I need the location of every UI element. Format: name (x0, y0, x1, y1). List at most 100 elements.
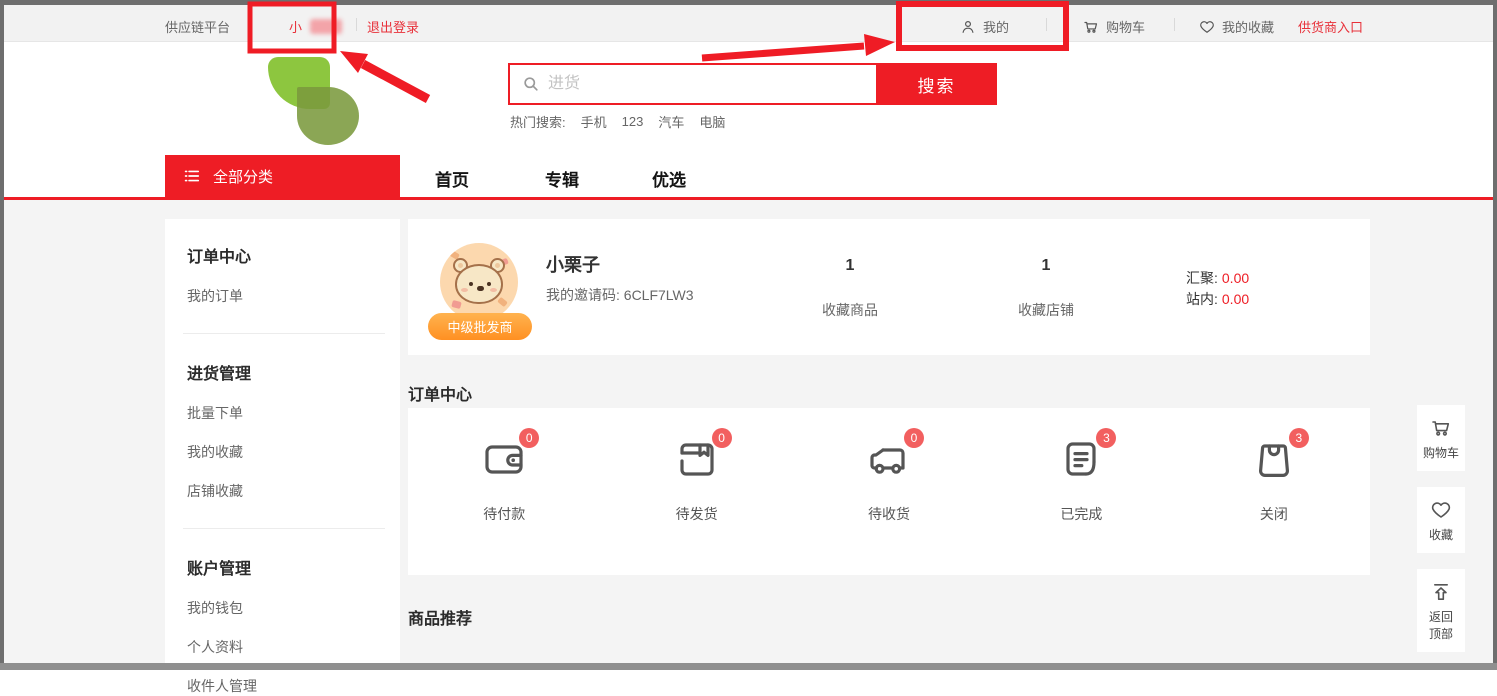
invite-code-label: 我的邀请码: (546, 287, 620, 303)
invite-code-row: 我的邀请码: 6CLF7LW3 (546, 285, 694, 305)
search-box (508, 63, 878, 105)
order-status-label: 待发货 (676, 504, 718, 524)
cart-icon (1429, 416, 1453, 440)
cart-label: 购物车 (1106, 17, 1145, 36)
hot-keyword[interactable]: 123 (622, 114, 644, 129)
order-center-card: 0 待付款 0 待发货 0 待收货 3 已完成 3 关闭 (408, 408, 1370, 575)
hot-search-row: 热门搜索: 手机 123 汽车 电脑 (510, 112, 725, 131)
order-status-label: 关闭 (1260, 504, 1288, 524)
profile-name: 小栗子 (546, 251, 600, 277)
sidebar-item-my-orders[interactable]: 我的订单 (187, 286, 400, 306)
my-favorites-label: 我的收藏 (1222, 17, 1274, 36)
list-icon (182, 166, 202, 186)
order-status-completed[interactable]: 3 已完成 (985, 408, 1177, 575)
site-logo[interactable] (265, 57, 361, 147)
window-frame-right (1493, 0, 1497, 670)
order-status-pending-shipment[interactable]: 0 待发货 (600, 408, 792, 575)
float-cart-button[interactable]: 购物车 (1417, 405, 1465, 471)
back-to-top-label: 返回顶部 (1428, 609, 1454, 643)
logo-leaf-dark (297, 87, 359, 145)
status-badge: 0 (712, 428, 732, 448)
sidebar-item-bulk-order[interactable]: 批量下单 (187, 403, 400, 423)
back-to-top-button[interactable]: 返回顶部 (1417, 569, 1465, 652)
recommend-title: 商品推荐 (408, 605, 472, 629)
topbar-divider (356, 18, 357, 31)
order-status-label: 待付款 (483, 504, 525, 524)
balance-value: 0.00 (1222, 270, 1249, 286)
invite-code-value: 6CLF7LW3 (624, 287, 694, 303)
bear-illustration (453, 260, 505, 306)
search-button[interactable]: 搜索 (876, 63, 997, 105)
sidebar-divider (183, 528, 385, 529)
status-badge: 3 (1096, 428, 1116, 448)
platform-label: 供应链平台 (165, 17, 230, 36)
cart-icon (1082, 18, 1100, 36)
sidebar: 订单中心 我的订单 进货管理 批量下单 我的收藏 店铺收藏 账户管理 我的钱包 … (165, 219, 400, 663)
cart-link[interactable]: 购物车 (1082, 17, 1145, 36)
all-categories-label: 全部分类 (213, 166, 273, 187)
person-icon (959, 18, 977, 36)
stat-label: 收藏店铺 (991, 300, 1101, 320)
status-badge: 0 (904, 428, 924, 448)
sidebar-section-account-mgmt: 账户管理 (187, 555, 400, 579)
topbar-divider (1174, 18, 1175, 31)
hot-search-label: 热门搜索: (510, 112, 566, 131)
sidebar-item-personal-info[interactable]: 个人资料 (187, 637, 400, 657)
order-status-label: 待收货 (868, 504, 910, 524)
level-badge[interactable]: 中级批发商 (428, 313, 532, 340)
username-link[interactable]: 小 (289, 17, 342, 36)
sidebar-item-my-wallet[interactable]: 我的钱包 (187, 598, 400, 618)
order-status-closed[interactable]: 3 关闭 (1178, 408, 1370, 575)
sidebar-item-my-favorites[interactable]: 我的收藏 (187, 442, 400, 462)
hot-keyword[interactable]: 电脑 (699, 112, 725, 131)
heart-icon (1429, 498, 1453, 522)
sidebar-section-purchase-mgmt: 进货管理 (187, 360, 400, 384)
logout-link[interactable]: 退出登录 (367, 17, 419, 36)
balance-value: 0.00 (1222, 291, 1249, 307)
stat-value: 1 (795, 257, 905, 275)
order-status-pending-payment[interactable]: 0 待付款 (408, 408, 600, 575)
nav-picks[interactable]: 优选 (652, 166, 686, 191)
window-scrollbar-bottom[interactable] (0, 663, 1497, 670)
sidebar-divider (183, 333, 385, 334)
float-favorites-label: 收藏 (1429, 527, 1453, 544)
balance-label: 站内: (1186, 291, 1218, 307)
status-badge: 0 (519, 428, 539, 448)
sidebar-section-order-center: 订单中心 (187, 243, 400, 267)
float-cart-label: 购物车 (1423, 445, 1459, 462)
my-account-label: 我的 (983, 17, 1009, 36)
all-categories-button[interactable]: 全部分类 (165, 155, 400, 197)
nav-home[interactable]: 首页 (435, 166, 469, 191)
stat-fav-products[interactable]: 1 收藏商品 (795, 257, 905, 320)
hot-keyword[interactable]: 手机 (581, 112, 607, 131)
balance-row-zhannei: 站内:0.00 (1186, 289, 1249, 310)
topbar-divider (1046, 18, 1047, 31)
order-center-title: 订单中心 (408, 381, 472, 405)
hot-keyword[interactable]: 汽车 (658, 112, 684, 131)
my-account-link[interactable]: 我的 (959, 17, 1009, 36)
my-favorites-link[interactable]: 我的收藏 (1198, 17, 1274, 36)
back-to-top-icon (1429, 580, 1453, 604)
balance-row-huiju: 汇聚:0.00 (1186, 268, 1249, 289)
order-status-label: 已完成 (1060, 504, 1102, 524)
heart-icon (1198, 18, 1216, 36)
balances: 汇聚:0.00 站内:0.00 (1186, 268, 1249, 310)
supplier-entry-link[interactable]: 供货商入口 (1298, 17, 1363, 36)
float-favorites-button[interactable]: 收藏 (1417, 487, 1465, 553)
order-status-pending-receipt[interactable]: 0 待收货 (793, 408, 985, 575)
search-input[interactable] (510, 65, 876, 103)
stat-label: 收藏商品 (795, 300, 905, 320)
username-blur (310, 19, 342, 34)
username-text: 小 (289, 17, 302, 36)
float-bar: 购物车 收藏 返回顶部 (1417, 405, 1465, 668)
balance-label: 汇聚: (1186, 270, 1218, 286)
nav-divider-line (4, 197, 1493, 200)
sidebar-item-shop-favorites[interactable]: 店铺收藏 (187, 481, 400, 501)
profile-card: 中级批发商 小栗子 我的邀请码: 6CLF7LW3 1 收藏商品 1 收藏店铺 … (408, 219, 1370, 355)
nav-albums[interactable]: 专辑 (545, 166, 579, 191)
status-badge: 3 (1289, 428, 1309, 448)
avatar[interactable] (440, 243, 518, 321)
topbar: 供应链平台 小 退出登录 我的 购物车 我的收藏 供货商入口 (4, 5, 1493, 42)
stat-fav-shops[interactable]: 1 收藏店铺 (991, 257, 1101, 320)
sidebar-item-recipient-mgmt[interactable]: 收件人管理 (187, 676, 400, 696)
